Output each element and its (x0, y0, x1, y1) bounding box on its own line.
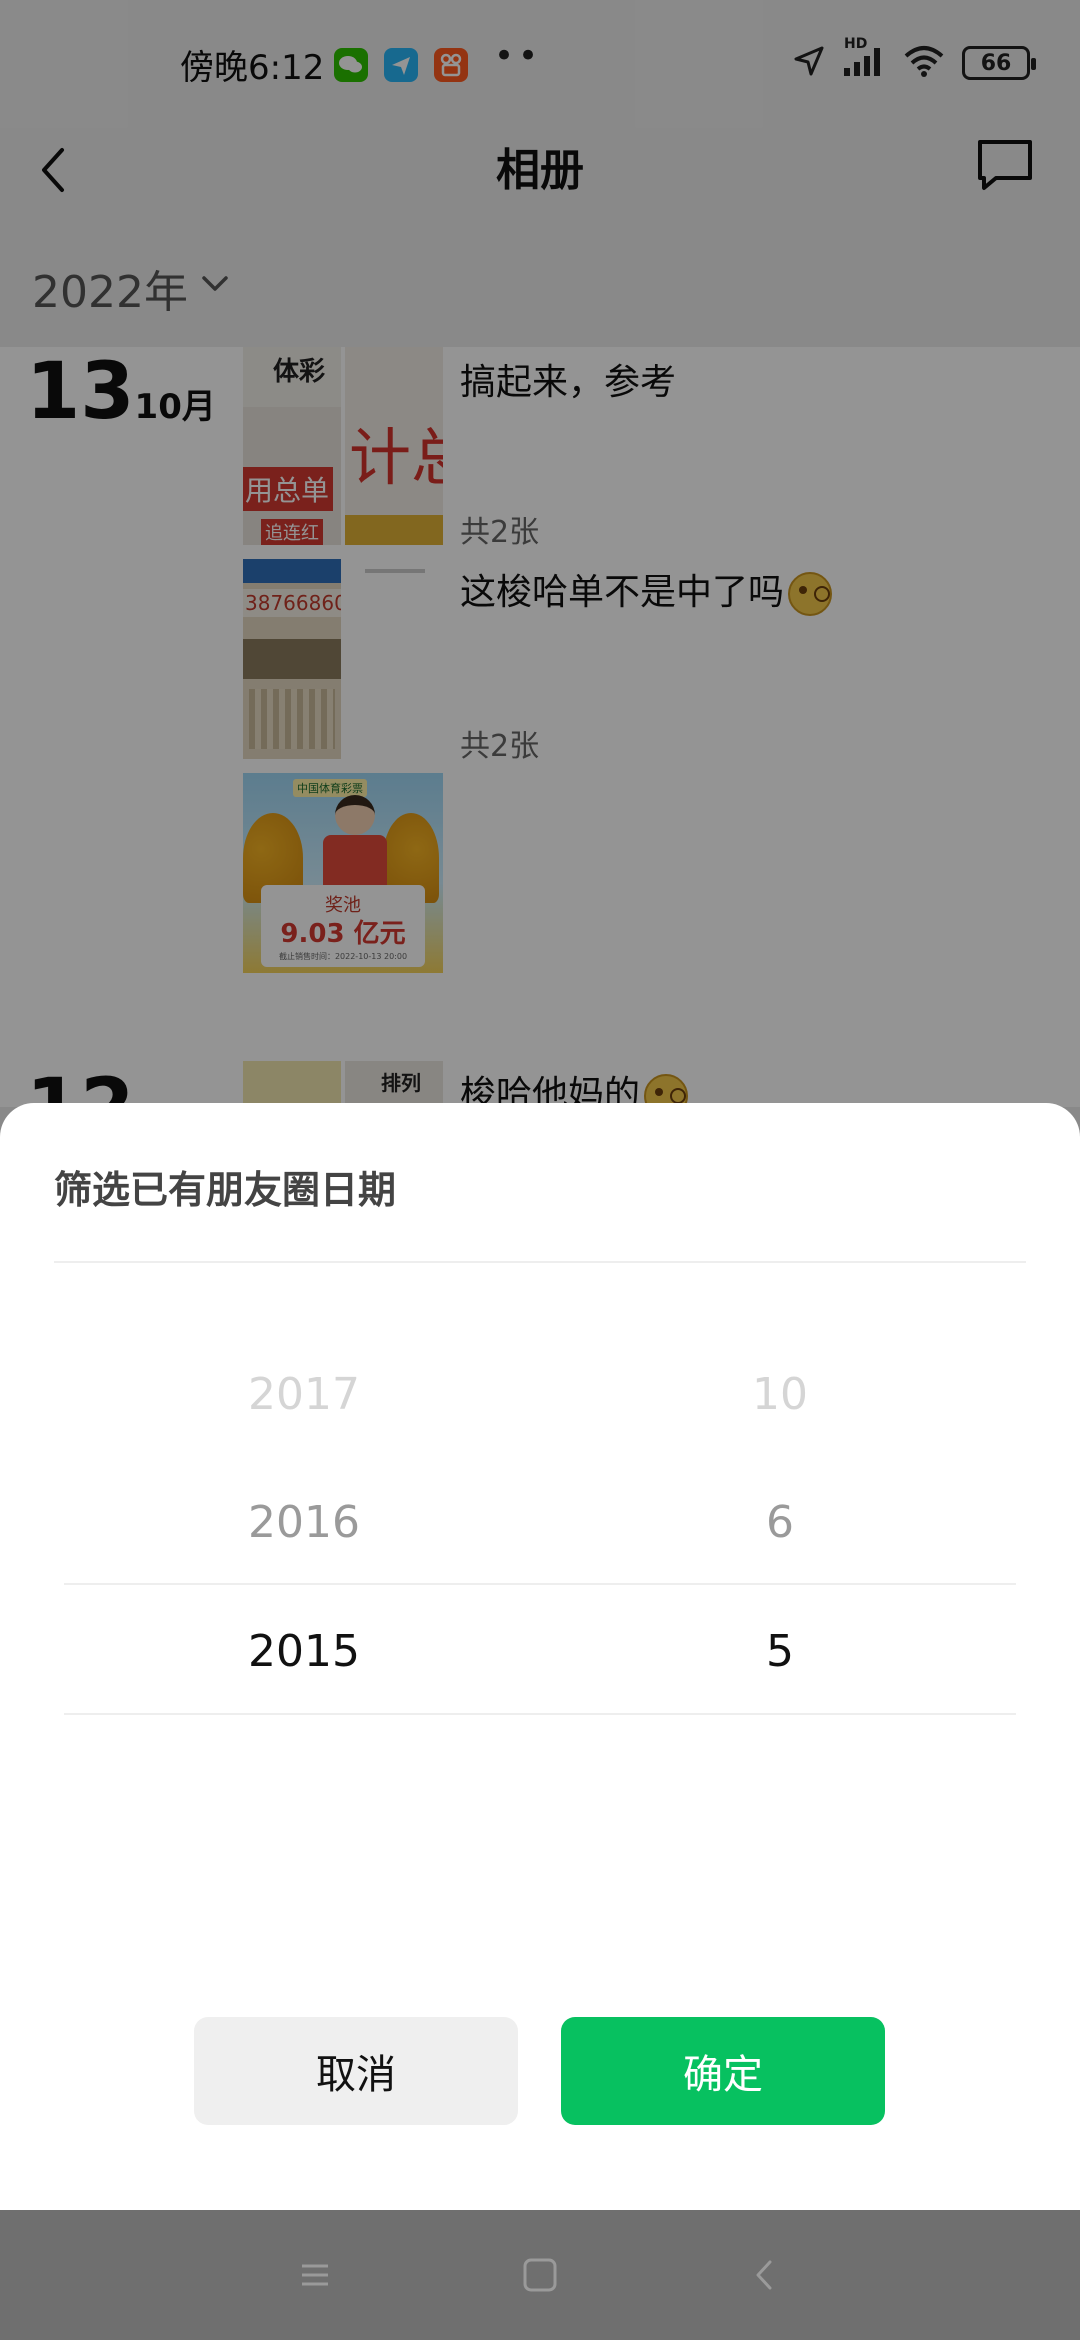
sheet-title: 筛选已有朋友圈日期 (54, 1168, 397, 1212)
system-nav-bar (0, 2210, 1080, 2340)
month-option[interactable]: 6 (630, 1497, 930, 1548)
month-option-selected[interactable]: 5 (630, 1626, 930, 1677)
month-option[interactable]: 10 (630, 1369, 930, 1420)
picker-selection-bottom-line (64, 1713, 1016, 1715)
date-filter-sheet: 筛选已有朋友圈日期 2017 2016 2015 10 6 5 取消 确定 (0, 1103, 1080, 2210)
picker-selection-top-line (64, 1583, 1016, 1585)
year-option[interactable]: 2017 (154, 1369, 454, 1420)
year-option[interactable]: 2016 (154, 1497, 454, 1548)
year-option-selected[interactable]: 2015 (154, 1626, 454, 1677)
wechat-album-screen: 傍晚6:12 •• HD 66 相册 2022年 1310月 体彩 用总单 追连… (0, 0, 1080, 2340)
cancel-button[interactable]: 取消 (194, 2017, 518, 2125)
home-icon[interactable] (515, 2250, 565, 2300)
divider (54, 1261, 1026, 1263)
confirm-button[interactable]: 确定 (561, 2017, 885, 2125)
back-nav-icon[interactable] (740, 2250, 790, 2300)
menu-icon[interactable] (290, 2250, 340, 2300)
